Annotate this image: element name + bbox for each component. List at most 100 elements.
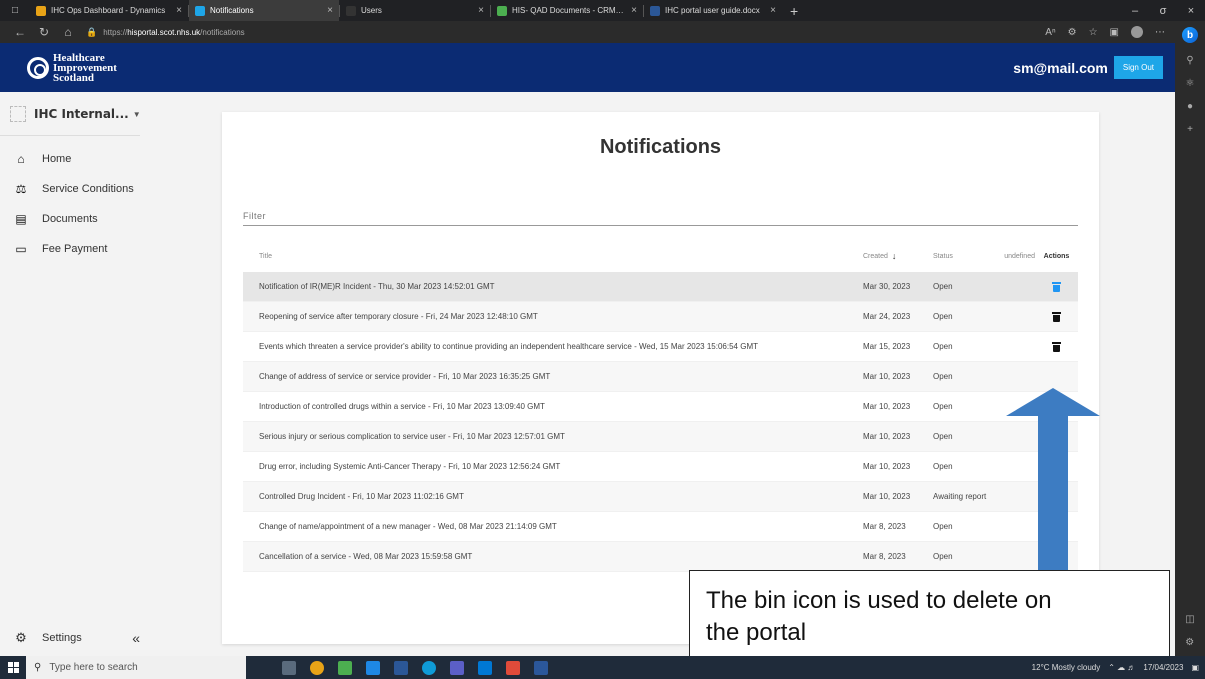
chrome-icon[interactable] <box>310 660 324 675</box>
tab-close-icon[interactable]: × <box>770 5 776 16</box>
table-row[interactable]: Change of address of service or service … <box>243 362 1078 392</box>
search-sidebar-icon[interactable]: ⚲ <box>1186 55 1193 66</box>
site-header: Healthcare Improvement Scotland sm@mail.… <box>0 43 1175 92</box>
settings-link[interactable]: ⚙ Settings « <box>0 624 140 652</box>
column-title[interactable]: Title <box>243 253 863 260</box>
new-tab-button[interactable]: + <box>782 3 806 19</box>
notification-title: Controlled Drug Incident - Fri, 10 Mar 2… <box>259 492 464 501</box>
notification-title: Change of name/appointment of a new mana… <box>259 522 557 531</box>
document-icon: ▤ <box>15 212 27 226</box>
created-date: Mar 10, 2023 <box>863 372 911 381</box>
sidebar-item-label: Service Conditions <box>42 183 134 195</box>
outlook-mail-icon[interactable] <box>478 660 492 675</box>
close-window-icon[interactable]: × <box>1177 5 1205 17</box>
edge-sidebar: b ⚲ ⚛ ● + ◫ ⚙ <box>1175 21 1205 656</box>
sign-out-button[interactable]: Sign Out <box>1113 56 1163 79</box>
sidebar-item-home[interactable]: ⌂ Home <box>0 144 222 174</box>
collections-icon[interactable]: ▣ <box>1110 27 1119 38</box>
table-row[interactable]: Controlled Drug Incident - Fri, 10 Mar 2… <box>243 482 1078 512</box>
browser-tab[interactable]: Users × <box>340 0 490 21</box>
browser-tab[interactable]: Notifications × <box>189 0 339 21</box>
table-row[interactable]: Drug error, including Systemic Anti-Canc… <box>243 452 1078 482</box>
brave-icon[interactable] <box>506 660 520 675</box>
column-created[interactable]: Created ↓ <box>863 251 933 261</box>
home-browser-icon[interactable]: ⌂ <box>56 25 80 39</box>
logo-line-2: Improvement <box>53 61 117 74</box>
outlook-icon[interactable]: ● <box>1187 101 1193 112</box>
extensions-icon[interactable]: ⚙ <box>1068 27 1077 38</box>
table-row[interactable]: Events which threaten a service provider… <box>243 332 1078 362</box>
org-selector[interactable]: IHC Internal... ▼ <box>0 92 222 122</box>
filter-input[interactable] <box>243 211 1078 221</box>
favorites-icon[interactable]: ☆ <box>1089 27 1098 38</box>
notifications-card: Notifications Title Created ↓ Status und… <box>222 112 1099 644</box>
edge-icon[interactable] <box>422 660 436 675</box>
system-tray: 12°C Mostly cloudy ⌃ ☁ ♬ 17/04/2023 ▣ <box>1032 663 1205 672</box>
browser-tab[interactable]: IHC Ops Dashboard - Dynamics × <box>30 0 188 21</box>
his-logo[interactable]: Healthcare Improvement Scotland <box>27 52 117 83</box>
collapse-sidebar-button[interactable]: « <box>132 630 140 646</box>
annotation-arrow <box>1006 388 1100 584</box>
tab-title: Users <box>361 6 382 15</box>
bin-icon[interactable] <box>1052 281 1061 292</box>
table-row[interactable]: Cancellation of a service - Wed, 08 Mar … <box>243 542 1078 572</box>
shopping-icon[interactable]: ⚛ <box>1186 78 1195 89</box>
sidebar-item-label: Home <box>42 153 72 165</box>
weather-text[interactable]: 12°C Mostly cloudy <box>1032 663 1101 672</box>
column-actions: Actions <box>1043 252 1070 260</box>
sidebar-item-documents[interactable]: ▤ Documents <box>0 204 222 234</box>
table-row[interactable]: Notification of IR(ME)R Incident - Thu, … <box>243 272 1078 302</box>
restore-icon[interactable]: σ <box>1149 5 1177 17</box>
status-text: Open <box>933 342 953 351</box>
minimize-icon[interactable]: – <box>1121 5 1149 17</box>
tab-close-icon[interactable]: × <box>327 5 333 16</box>
add-sidebar-icon[interactable]: + <box>1187 124 1193 135</box>
browser-tab[interactable]: IHC portal user guide.docx × <box>644 0 782 21</box>
back-icon[interactable]: ← <box>8 25 32 39</box>
more-icon[interactable]: ⋯ <box>1155 27 1165 38</box>
search-icon: ⚲ <box>34 662 42 673</box>
tab-close-icon[interactable]: × <box>631 5 637 16</box>
created-date: Mar 30, 2023 <box>863 282 911 291</box>
table-row[interactable]: Reopening of service after temporary clo… <box>243 302 1078 332</box>
sidebar-item-service-conditions[interactable]: ⚖ Service Conditions <box>0 174 222 204</box>
tab-close-icon[interactable]: × <box>176 5 182 16</box>
task-view-icon[interactable] <box>282 660 296 675</box>
tab-favicon-icon <box>36 5 46 16</box>
bing-icon[interactable]: b <box>1182 27 1198 43</box>
ie-icon[interactable] <box>366 660 380 675</box>
word-icon[interactable] <box>534 660 548 675</box>
url-field[interactable]: 🔒 https://hisportal.scot.nhs.uk/notifica… <box>86 27 1045 38</box>
actions-cell <box>1035 341 1078 352</box>
tray-icons[interactable]: ⌃ ☁ ♬ <box>1108 663 1135 672</box>
table-row[interactable]: Change of name/appointment of a new mana… <box>243 512 1078 542</box>
filter-field[interactable] <box>243 208 1078 226</box>
windows-taskbar: ⚲ Type here to search 12°C Mostly cloudy… <box>0 656 1205 679</box>
teams-icon[interactable] <box>450 660 464 675</box>
bin-icon[interactable] <box>1052 341 1061 352</box>
read-aloud-icon[interactable]: Aⁿ <box>1045 27 1055 38</box>
created-date: Mar 8, 2023 <box>863 522 906 531</box>
outlook-app-icon[interactable] <box>394 660 408 675</box>
tab-close-icon[interactable]: × <box>478 5 484 16</box>
table-row[interactable]: Serious injury or serious complication t… <box>243 422 1078 452</box>
column-status[interactable]: Status <box>933 253 983 260</box>
profile-avatar[interactable] <box>1131 26 1143 38</box>
notifications-tray-icon[interactable]: ▣ <box>1191 663 1199 672</box>
tab-actions-icon[interactable]: □ <box>0 0 30 21</box>
sidebar-layout-icon[interactable]: ◫ <box>1185 614 1194 625</box>
sidebar-settings-icon[interactable]: ⚙ <box>1185 637 1194 648</box>
table-row[interactable]: Introduction of controlled drugs within … <box>243 392 1078 422</box>
annotation-callout: The bin icon is used to delete on the po… <box>689 570 1170 661</box>
sidebar-item-label: Fee Payment <box>42 243 108 255</box>
browser-tab[interactable]: HIS- QAD Documents - CRM Hel × <box>491 0 643 21</box>
column-undefined[interactable]: undefined <box>983 253 1035 260</box>
sidebar-item-fee-payment[interactable]: ▭ Fee Payment <box>0 234 222 264</box>
clock-date[interactable]: 17/04/2023 <box>1143 663 1183 672</box>
taskbar-search[interactable]: ⚲ Type here to search <box>26 656 246 679</box>
excel-icon[interactable] <box>338 660 352 675</box>
refresh-icon[interactable]: ↻ <box>32 25 56 39</box>
bin-icon[interactable] <box>1052 311 1061 322</box>
windows-start-button[interactable] <box>0 656 26 679</box>
sidebar-item-label: Documents <box>42 213 98 225</box>
